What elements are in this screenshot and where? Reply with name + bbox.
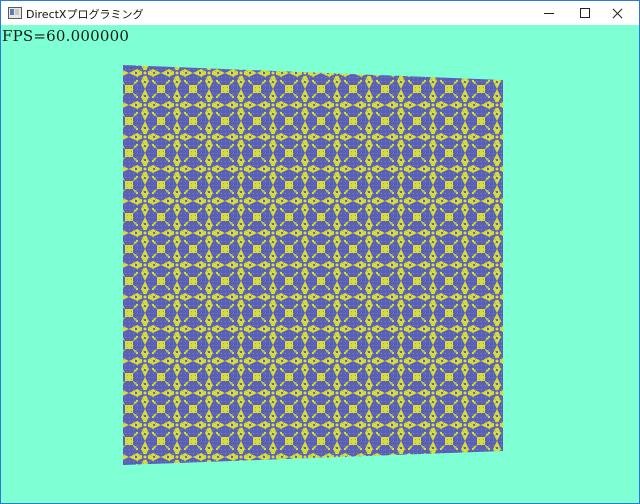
title-bar[interactable]: DirectXプログラミング xyxy=(1,1,639,25)
minimize-icon xyxy=(544,12,554,14)
window-title: DirectXプログラミング xyxy=(26,8,144,21)
render-viewport[interactable]: FPS=60.000000 xyxy=(1,25,639,503)
maximize-icon xyxy=(580,8,590,18)
close-icon xyxy=(612,8,623,19)
texture-dither-overlay xyxy=(123,65,503,465)
app-window-icon[interactable] xyxy=(8,7,22,19)
close-button[interactable] xyxy=(594,1,640,25)
textured-quad xyxy=(123,65,503,465)
app-window: DirectXプログラミング FPS=60.000000 xyxy=(0,0,640,504)
